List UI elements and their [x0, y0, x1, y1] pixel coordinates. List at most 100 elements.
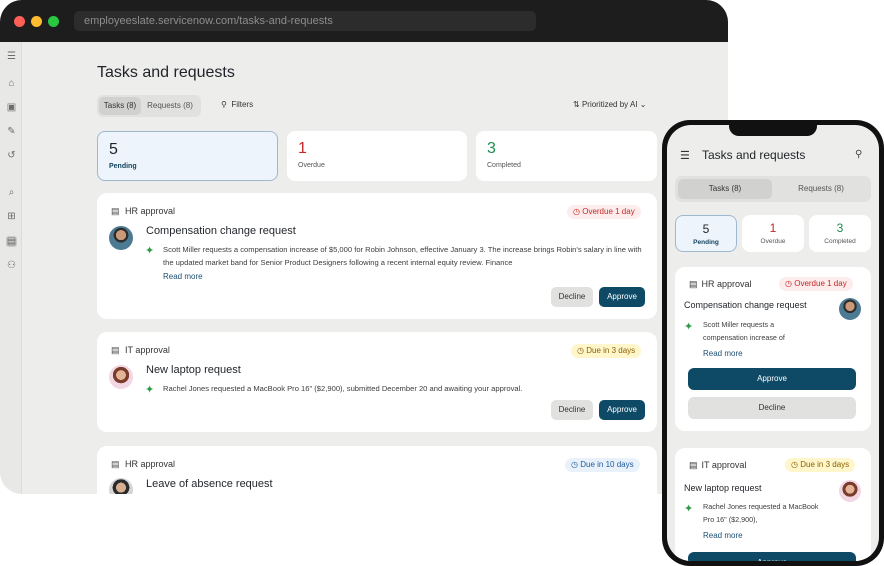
stat-label: Pending: [693, 239, 719, 246]
menu-icon[interactable]: ☰: [6, 51, 17, 62]
tab-tasks[interactable]: Tasks (8): [678, 179, 772, 199]
clock-icon: ◷: [571, 460, 578, 469]
ai-sparkle-icon: ✦: [145, 384, 155, 396]
tasks-requests-toggle: Tasks (8) Requests (8): [97, 95, 201, 117]
mobile-task-card: ▤ HR approval ◷ Overdue 1 day Compensatio…: [675, 267, 871, 431]
avatar: [839, 480, 861, 502]
clipboard-icon: ▤: [111, 345, 120, 355]
close-window-button[interactable]: [14, 16, 25, 27]
ai-sparkle-icon: ✦: [145, 245, 155, 257]
card-title: Leave of absence request: [146, 478, 273, 490]
maximize-window-button[interactable]: [48, 16, 59, 27]
filter-icon[interactable]: ⚲: [855, 149, 862, 160]
sort-label: Prioritized by AI: [581, 100, 638, 109]
sort-icon: ⇅: [573, 100, 580, 109]
badge-text: Overdue 1 day: [582, 207, 635, 216]
badge-text: Due in 10 days: [580, 460, 634, 469]
approve-button[interactable]: Approve: [599, 287, 645, 307]
apps-icon[interactable]: ⊞: [6, 211, 17, 222]
org-chart-icon[interactable]: ⚇: [6, 260, 17, 271]
mobile-page-title: Tasks and requests: [702, 148, 806, 162]
read-more-link[interactable]: Read more: [703, 349, 743, 358]
address-bar[interactable]: employeeslate.servicenow.com/tasks-and-r…: [74, 11, 536, 31]
clock-icon: ◷: [785, 279, 792, 288]
mobile-device: ☰ Tasks and requests ⚲ Tasks (8) Request…: [662, 120, 884, 566]
card-title: Compensation change request: [684, 300, 807, 310]
phone-notch: [729, 125, 817, 136]
edit-icon[interactable]: ✎: [6, 126, 17, 137]
badge-text: Due in 3 days: [800, 460, 850, 469]
clipboard-icon: ▤: [689, 460, 698, 470]
stat-overdue[interactable]: 1 Overdue: [742, 215, 804, 252]
stat-label: Overdue: [298, 162, 325, 169]
tab-requests[interactable]: Requests (8): [774, 179, 868, 199]
card-type: ▤ HR approval: [689, 279, 752, 290]
clipboard-icon: ▤: [111, 206, 120, 216]
filters-label: Filters: [231, 100, 254, 109]
stat-completed[interactable]: 3 Completed: [809, 215, 871, 252]
mobile-tasks-requests-toggle: Tasks (8) Requests (8): [675, 176, 871, 202]
decline-button[interactable]: Decline: [551, 400, 593, 420]
approve-button[interactable]: Approve: [599, 400, 645, 420]
left-nav-rail: ☰ ⌂ ▣ ✎ ↺ ⌕ ⊞ ▤ ⚇: [0, 42, 22, 494]
stat-value: 1: [298, 140, 307, 157]
minimize-window-button[interactable]: [31, 16, 42, 27]
card-type: ▤ IT approval: [689, 460, 746, 471]
status-badge: ◷ Overdue 1 day: [779, 277, 853, 291]
card-title: Compensation change request: [146, 225, 296, 237]
task-card: ▤ HR approval ◷ Due in 10 days Leave of a…: [97, 446, 657, 494]
badge-text: Overdue 1 day: [794, 279, 847, 288]
sort-dropdown[interactable]: ⇅ Prioritized by AI ⌄: [573, 100, 646, 109]
stat-overdue[interactable]: 1 Overdue: [287, 131, 467, 181]
card-description: Rachel Jones requested a MacBook Pro 16"…: [163, 384, 523, 393]
menu-icon[interactable]: ☰: [680, 149, 690, 162]
card-type-label: IT approval: [701, 460, 747, 470]
stat-label: Pending: [109, 163, 137, 170]
clock-icon: ◷: [791, 460, 798, 469]
stat-value: 3: [487, 140, 496, 157]
card-type-label: HR approval: [701, 279, 752, 289]
stat-value: 1: [769, 221, 777, 235]
read-more-link[interactable]: Read more: [163, 272, 203, 281]
status-badge: ◷ Due in 10 days: [565, 458, 640, 472]
read-more-link[interactable]: Read more: [703, 531, 743, 540]
home-icon[interactable]: ⌂: [6, 78, 17, 89]
clock-icon: ◷: [573, 207, 580, 216]
card-type-label: HR approval: [125, 459, 176, 469]
badge-text: Due in 3 days: [586, 346, 636, 355]
stat-value: 3: [836, 221, 844, 235]
filter-icon: ⚲: [221, 100, 227, 109]
card-description: Scott Miller requests a compensation inc…: [703, 320, 785, 342]
history-icon[interactable]: ↺: [6, 150, 17, 161]
stat-label: Overdue: [760, 238, 786, 245]
tab-requests[interactable]: Requests (8): [143, 97, 197, 115]
stat-label: Completed: [487, 162, 521, 169]
card-type: ▤ HR approval: [111, 206, 175, 217]
decline-button[interactable]: Decline: [551, 287, 593, 307]
stat-label: Completed: [824, 238, 856, 245]
search-icon[interactable]: ⌕: [6, 187, 17, 198]
avatar: [839, 298, 861, 320]
avatar: [109, 226, 133, 250]
ai-sparkle-icon: ✦: [684, 321, 694, 333]
decline-button[interactable]: Decline: [688, 397, 856, 419]
card-description: Rachel Jones requested a MacBook Pro 16"…: [703, 502, 819, 524]
task-card: ▤ IT approval ◷ Due in 3 days New laptop …: [97, 332, 657, 432]
chevron-down-icon: ⌄: [639, 100, 647, 109]
inbox-icon[interactable]: ▤: [6, 236, 17, 247]
avatar: [109, 478, 133, 494]
filters-button[interactable]: ⚲ Filters: [221, 100, 253, 109]
ai-sparkle-icon: ✦: [684, 503, 694, 515]
mobile-screen: ☰ Tasks and requests ⚲ Tasks (8) Request…: [667, 125, 879, 561]
clock-icon: ◷: [577, 346, 584, 355]
approve-button[interactable]: Approve: [688, 368, 856, 390]
stat-completed[interactable]: 3 Completed: [476, 131, 657, 181]
stat-value: 5: [109, 141, 118, 158]
approve-button[interactable]: Approve: [688, 552, 856, 561]
browser-titlebar: employeeslate.servicenow.com/tasks-and-r…: [0, 0, 728, 42]
stat-pending[interactable]: 5 Pending: [97, 131, 278, 181]
card-type: ▤ IT approval: [111, 345, 170, 356]
tab-tasks[interactable]: Tasks (8): [99, 97, 141, 115]
id-card-icon[interactable]: ▣: [6, 102, 17, 113]
stat-pending[interactable]: 5 Pending: [675, 215, 737, 252]
